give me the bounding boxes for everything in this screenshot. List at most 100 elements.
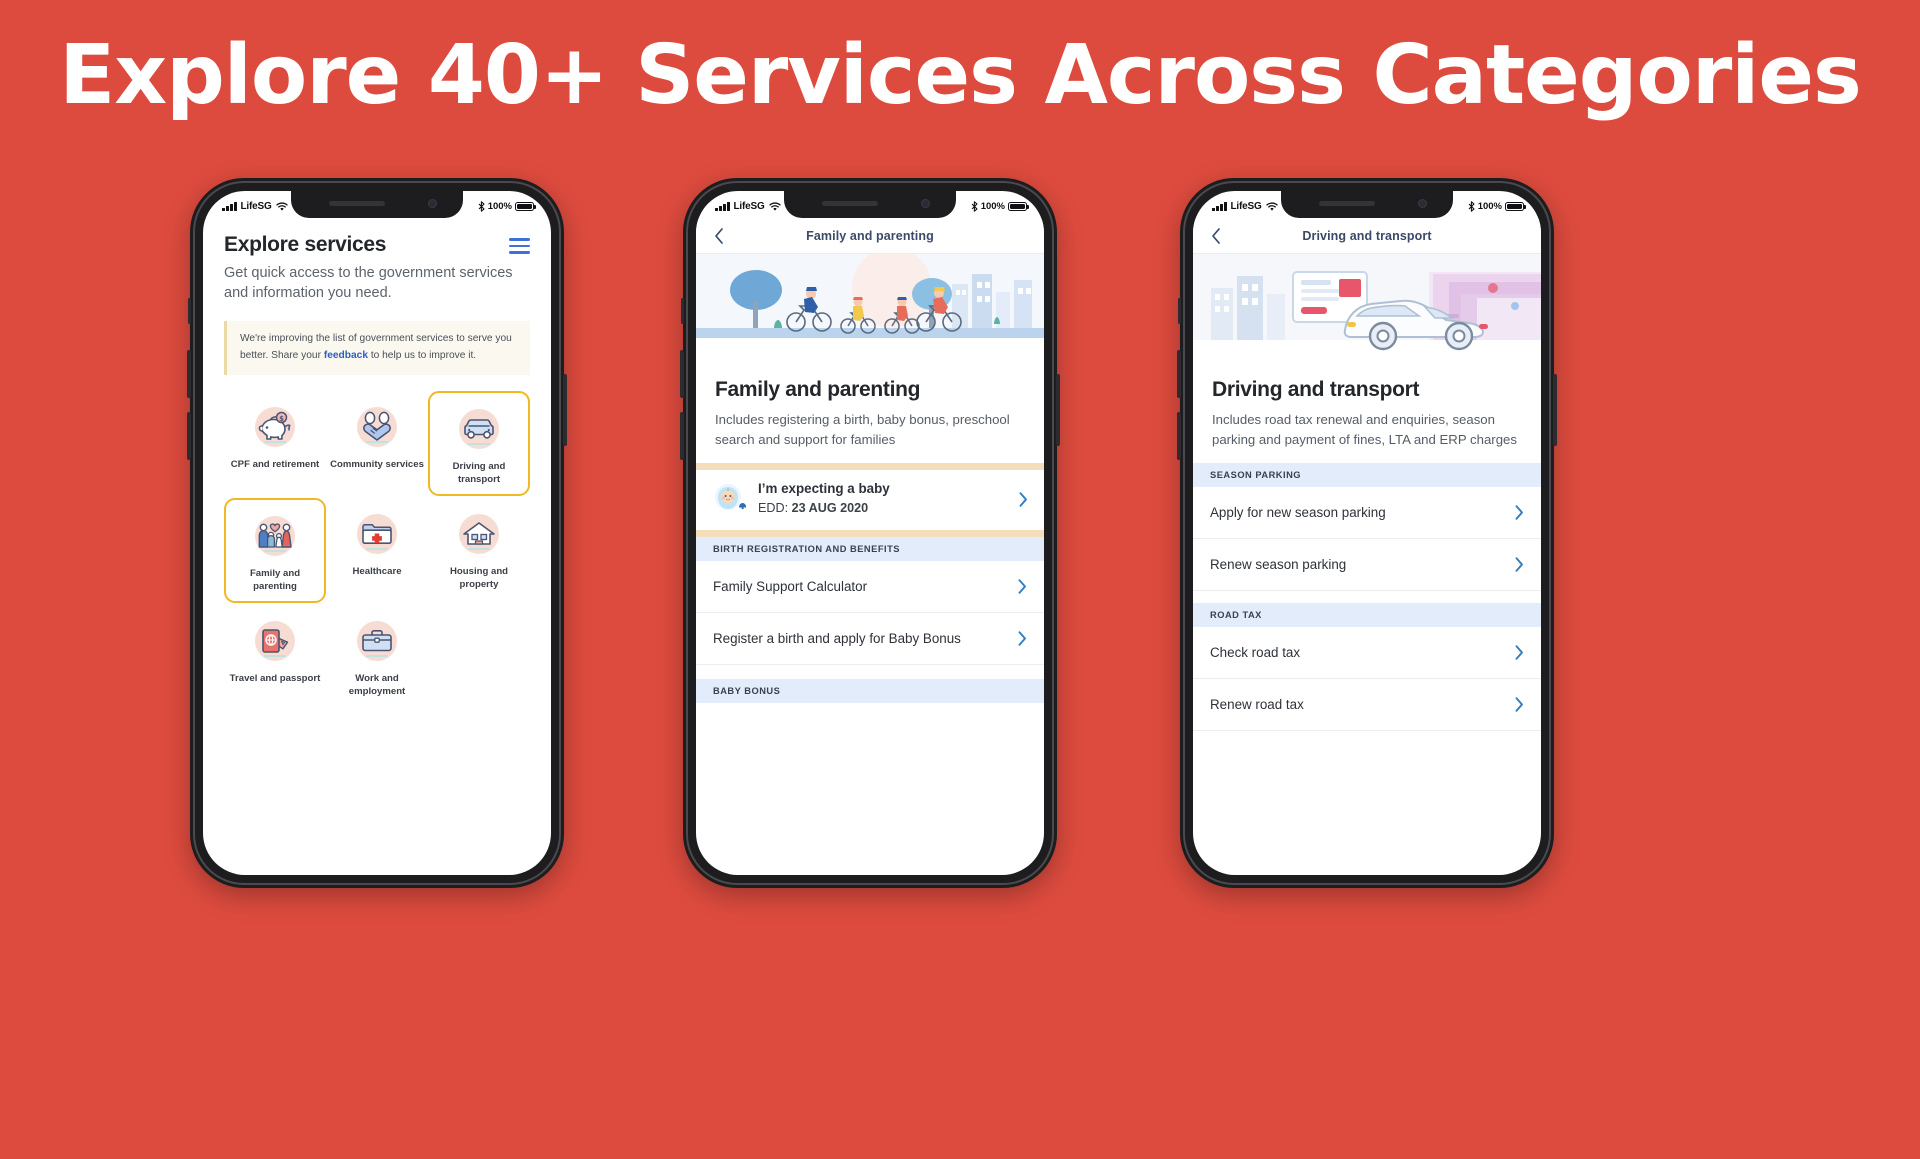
battery-percent-label: 100% [487,201,512,212]
car-city-illustration [1193,254,1541,362]
category-tile-cpf-and-retirement[interactable]: $ CPF and retirement [224,391,326,496]
front-camera [428,199,437,208]
wifi-icon [1265,202,1278,211]
category-tile-travel-and-passport[interactable]: Travel and passport [224,605,326,706]
list-item[interactable]: Renew road tax [1193,679,1541,731]
chevron-right-icon[interactable] [1505,505,1524,520]
page-description: Includes registering a birth, baby bonus… [715,412,1010,447]
chevron-right-icon[interactable] [1008,631,1027,646]
category-tile-family-and-parenting[interactable]: Family and parenting [224,498,326,603]
feedback-notice-banner: We're improving the list of government s… [224,321,530,375]
expecting-card-top-band [696,463,1044,470]
silent-switch [188,298,191,324]
category-grid: $ CPF and retirement Community services … [224,391,530,706]
phone-mockup-driving-and-transport: LifeSG 100% Driving and transport Drivin… [1177,178,1557,888]
battery-full-icon [1505,201,1526,212]
category-label: Travel and passport [229,673,321,684]
family-icon [248,509,302,563]
volume-down-button [680,412,684,460]
category-tile-housing-and-property[interactable]: Housing and property [428,498,530,603]
list-item[interactable]: Register a birth and apply for Baby Bonu… [696,612,1044,665]
expecting-baby-card[interactable]: I’m expecting a baby EDD: 23 AUG 2020 [696,470,1044,530]
expecting-card-bottom-band [696,529,1044,537]
house-icon [452,507,506,561]
phone-notch [784,191,956,218]
earpiece-speaker [1319,201,1375,206]
list-item[interactable]: Family Support Calculator [696,560,1044,613]
app-bar: Family and parenting [696,218,1044,254]
hamburger-menu-icon[interactable] [509,238,530,254]
volume-up-button [1177,350,1181,398]
carrier-label: LifeSG [240,201,272,212]
page-title: Family and parenting [715,378,921,401]
earpiece-speaker [822,201,878,206]
list-item[interactable]: Check road tax [1193,627,1541,679]
feedback-link[interactable]: feedback [324,350,368,361]
chevron-right-icon[interactable] [1019,492,1028,507]
front-camera [921,199,930,208]
category-tile-community-services[interactable]: Community services [326,391,428,496]
wifi-icon [275,202,288,211]
battery-percent-label: 100% [1477,201,1502,212]
section-gap [696,664,1044,679]
signal-bars-icon [1212,202,1227,211]
list-item-label: Renew season parking [1210,557,1347,572]
front-camera [1418,199,1427,208]
bluetooth-icon [1468,201,1475,212]
signal-bars-icon [222,202,237,211]
explore-services-body: Explore services Get quick access to the… [203,218,551,706]
section-gap [1193,591,1541,603]
family-cycling-illustration [696,254,1044,362]
chevron-right-icon[interactable] [1505,645,1524,660]
bluetooth-icon [971,201,978,212]
list-item-label: Check road tax [1210,645,1301,660]
phone-notch [1281,191,1453,218]
power-button [1056,374,1060,446]
app-bar-title: Family and parenting [806,228,934,243]
category-tile-work-and-employment[interactable]: Work and employment [326,605,428,706]
page-description: Includes road tax renewal and enquiries,… [1212,412,1517,447]
category-tile-driving-and-transport[interactable]: Driving and transport [428,391,530,496]
edd-label: EDD: [758,500,792,515]
battery-full-icon [1008,201,1029,212]
bluetooth-icon [478,201,485,212]
category-label: Driving and transport [452,461,506,485]
page-subtitle: Get quick access to the government servi… [224,265,513,301]
edd-value: 23 AUG 2020 [791,500,869,515]
volume-up-button [187,350,191,398]
baby-icon [713,483,747,516]
medical-folder-icon [350,507,404,561]
phone2-screen: LifeSG 100% Family and parenting Family … [696,191,1044,875]
silent-switch [1178,298,1181,324]
passport-icon [248,614,302,668]
list-item-label: Renew road tax [1210,697,1304,712]
battery-percent-label: 100% [980,201,1005,212]
volume-down-button [1177,412,1181,460]
detail-header: Family and parenting Includes registerin… [696,362,1044,463]
car-icon [452,402,506,456]
phone-notch [291,191,463,218]
phone-mockup-explore-services: LifeSG 100% Explore services Get quick a… [187,178,567,888]
category-label: Housing and property [449,566,509,590]
category-label: Work and employment [348,673,406,697]
power-button [563,374,567,446]
category-label: Family and parenting [249,568,301,592]
expecting-card-title: I’m expecting a baby [758,481,890,496]
category-label: Community services [330,459,424,470]
volume-up-button [680,350,684,398]
chevron-left-icon[interactable] [1207,227,1225,245]
section-heading-road-tax: ROAD TAX [1193,603,1541,627]
chevron-right-icon[interactable] [1505,557,1524,572]
list-item-label: Family Support Calculator [713,578,868,594]
chevron-right-icon[interactable] [1008,579,1027,594]
category-tile-healthcare[interactable]: Healthcare [326,498,428,603]
chevron-left-icon[interactable] [710,227,728,245]
signal-bars-icon [715,202,730,211]
explore-header: Explore services [224,232,530,258]
app-bar-title: Driving and transport [1302,228,1432,243]
chevron-right-icon[interactable] [1505,697,1524,712]
category-label: Healthcare [352,566,402,577]
expecting-card-edd: EDD: 23 AUG 2020 [758,501,868,515]
list-item[interactable]: Apply for new season parking [1193,487,1541,539]
list-item[interactable]: Renew season parking [1193,539,1541,591]
